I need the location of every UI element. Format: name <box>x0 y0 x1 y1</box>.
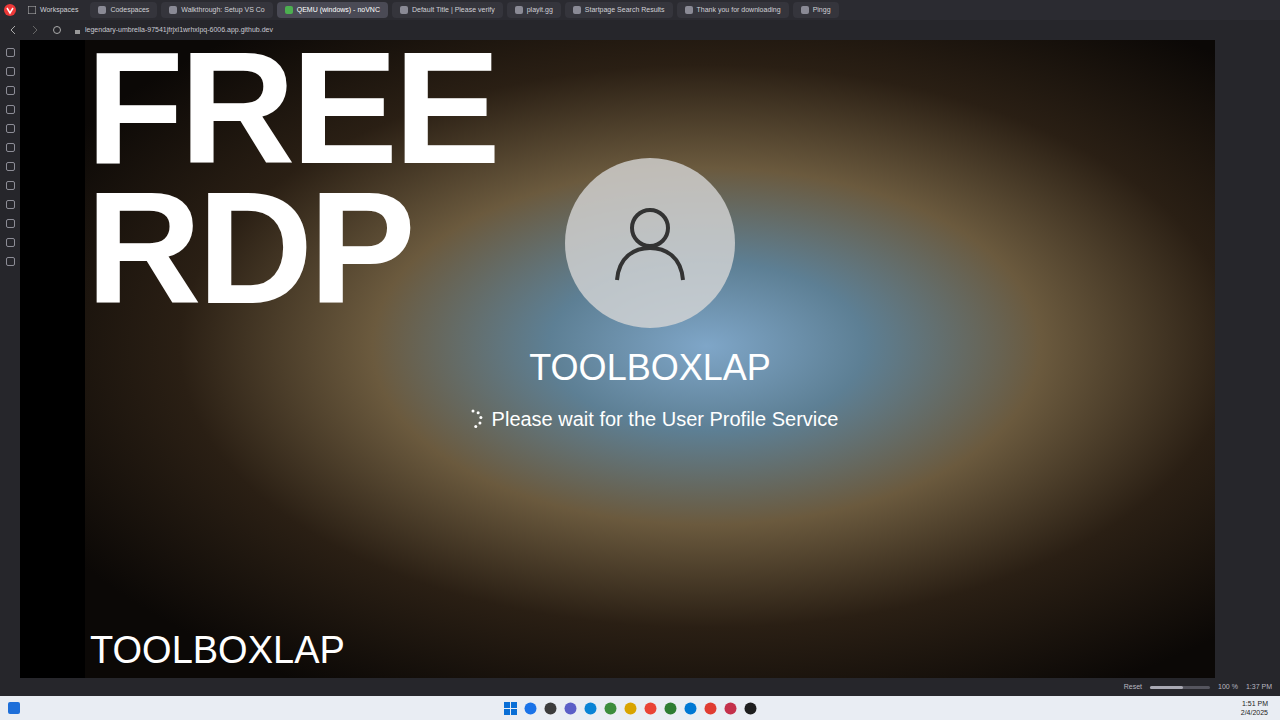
taskbar-app-icon[interactable] <box>564 702 577 715</box>
sync-icon[interactable] <box>6 181 15 190</box>
taskbar-app-icon[interactable] <box>704 702 717 715</box>
side-panel <box>0 40 20 678</box>
taskbar-app-icon[interactable] <box>644 702 657 715</box>
login-status: Please wait for the User Profile Service <box>462 404 839 434</box>
taskbar-app-icon[interactable] <box>664 702 677 715</box>
download-icon[interactable] <box>6 86 15 95</box>
screen: Workspaces CodespacesWalkthrough: Setup V… <box>0 0 1280 720</box>
status-bar: Reset 100 % 1:37 PM <box>0 678 1280 696</box>
tab-favicon-icon <box>169 6 177 14</box>
taskbar-apps <box>20 702 1241 715</box>
status-clock: 1:37 PM <box>1246 682 1272 693</box>
browser-tab[interactable]: playit.gg <box>507 2 561 18</box>
back-icon[interactable] <box>8 25 18 35</box>
discord-icon[interactable] <box>6 200 15 209</box>
thumbnail-title: FREERDP <box>86 38 497 318</box>
notes-icon[interactable] <box>6 124 15 133</box>
tab-favicon-icon <box>573 6 581 14</box>
user-icon <box>605 198 695 288</box>
widgets-icon[interactable] <box>8 702 20 714</box>
taskbar-app-icon[interactable] <box>744 702 757 715</box>
tab-favicon-icon <box>515 6 523 14</box>
browser-tab[interactable]: Walkthrough: Setup VS Co <box>161 2 272 18</box>
zoom-slider-fill <box>1150 686 1183 689</box>
add-icon[interactable] <box>6 257 15 266</box>
list-icon[interactable] <box>6 67 15 76</box>
history-icon[interactable] <box>6 105 15 114</box>
user-avatar <box>565 158 735 328</box>
address-bar: legendary-umbrella-97541jfrjxl1wrhxlpq-6… <box>0 20 1280 40</box>
url-field[interactable]: legendary-umbrella-97541jfrjxl1wrhxlpq-6… <box>74 25 273 36</box>
home-icon[interactable] <box>6 48 15 57</box>
tab-favicon-icon <box>400 6 408 14</box>
watermark: TOOLBOXLAP <box>90 628 345 672</box>
taskbar-app-icon[interactable] <box>604 702 617 715</box>
tab-favicon-icon <box>801 6 809 14</box>
reload-icon[interactable] <box>52 25 62 35</box>
tray-date: 2/4/2025 <box>1241 708 1268 717</box>
tab-bar: Workspaces CodespacesWalkthrough: Setup V… <box>0 0 1280 20</box>
lock-icon <box>74 27 81 34</box>
loading-spinner-icon <box>462 408 484 430</box>
user-name: TOOLBOXLAP <box>529 346 770 390</box>
zoom-slider[interactable] <box>1150 686 1210 689</box>
browser-tab[interactable]: Thank you for downloading <box>677 2 789 18</box>
browser-tab[interactable]: Default Title | Please verify <box>392 2 503 18</box>
page-content <box>20 40 85 678</box>
opera-icon[interactable] <box>6 219 15 228</box>
taskbar-app-icon[interactable] <box>524 702 537 715</box>
thumbnail-title-line: FREE <box>86 38 497 178</box>
vivaldi-logo-icon[interactable] <box>4 4 16 16</box>
taskbar-app-icon[interactable] <box>584 702 597 715</box>
taskbar-app-icon[interactable] <box>684 702 697 715</box>
tray-clock[interactable]: 1:51 PM2/4/2025 <box>1241 699 1272 717</box>
browser-tab[interactable]: Startpage Search Results <box>565 2 673 18</box>
taskbar-app-icon[interactable] <box>724 702 737 715</box>
browser-tab[interactable]: Codespaces <box>90 2 157 18</box>
zoom-reset-button[interactable]: Reset <box>1124 682 1142 693</box>
tab-favicon-icon <box>685 6 693 14</box>
browser-tab[interactable]: QEMU (windows) - noVNC <box>277 2 388 18</box>
more-icon[interactable] <box>6 238 15 247</box>
browser-tab[interactable]: Pingg <box>793 2 839 18</box>
thumbnail-title-line: RDP <box>86 178 497 318</box>
forward-icon[interactable] <box>30 25 40 35</box>
start-icon[interactable] <box>504 702 517 715</box>
taskbar-app-icon[interactable] <box>544 702 557 715</box>
extensions-icon[interactable] <box>6 143 15 152</box>
workspaces-button[interactable]: Workspaces <box>20 5 86 16</box>
taskbar-app-icon[interactable] <box>624 702 637 715</box>
tray-time: 1:51 PM <box>1242 699 1268 708</box>
clock-icon[interactable] <box>6 162 15 171</box>
workspaces-icon <box>28 6 36 14</box>
tab-favicon-icon <box>285 6 293 14</box>
zoom-value: 100 % <box>1218 682 1238 693</box>
right-margin <box>1215 40 1280 678</box>
tab-favicon-icon <box>98 6 106 14</box>
taskbar: 1:51 PM2/4/2025 <box>0 696 1280 720</box>
